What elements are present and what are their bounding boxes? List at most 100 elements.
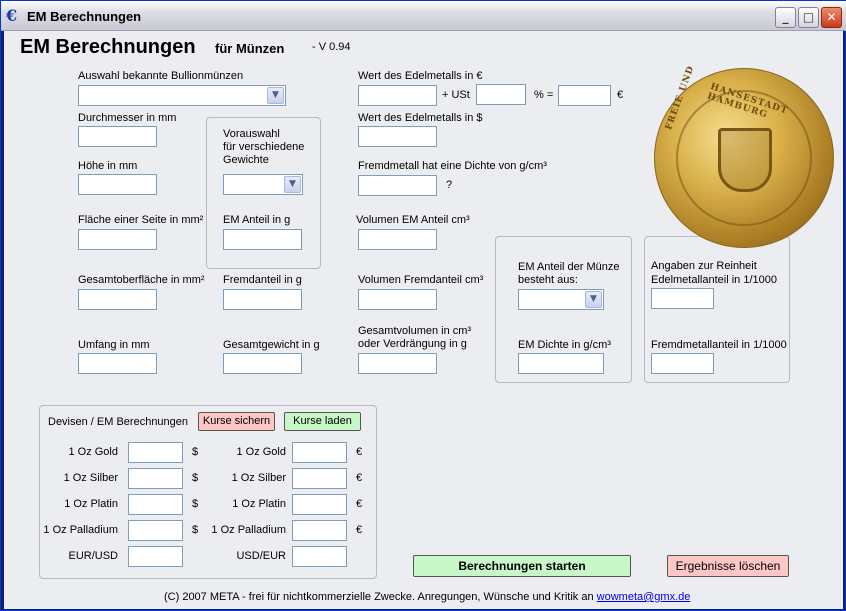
platin-usd-input[interactable] bbox=[128, 494, 183, 515]
em-dichte-input[interactable] bbox=[518, 353, 604, 374]
durchmesser-label: Durchmesser in mm bbox=[78, 112, 177, 124]
wert-inkl-ust-input[interactable] bbox=[558, 85, 611, 106]
currency-label: $ bbox=[192, 446, 199, 458]
currency-label: € bbox=[356, 446, 363, 458]
gesamtvolumen-input[interactable] bbox=[358, 353, 437, 374]
window-title: EM Berechnungen bbox=[27, 9, 142, 24]
currency-label: $ bbox=[192, 498, 199, 510]
silber-eur-input[interactable] bbox=[292, 468, 347, 489]
gesamtvolumen-label: Gesamtvolumen in cm³ bbox=[358, 325, 472, 337]
devisen-row-label-right: 1 Oz Silber bbox=[231, 472, 286, 484]
chevron-down-icon[interactable]: ▼ bbox=[267, 87, 284, 104]
kurse-laden-button[interactable]: Kurse laden bbox=[284, 412, 361, 431]
kurse-sichern-button[interactable]: Kurse sichern bbox=[198, 412, 275, 431]
fremdmetall-dichte-label: Fremdmetall hat eine Dichte von g/cm³ bbox=[358, 160, 547, 172]
gold-usd-input[interactable] bbox=[128, 442, 183, 463]
question-label: ? bbox=[446, 179, 453, 191]
edelmetallanteil-input[interactable] bbox=[651, 288, 714, 309]
devisen-row-label-left: 1 Oz Silber bbox=[63, 472, 118, 484]
coin-image: FREIE UND HANSESTADT HAMBURG bbox=[654, 64, 834, 248]
ust-input[interactable] bbox=[476, 84, 526, 105]
currency-label: € bbox=[356, 524, 363, 536]
em-anteil-g-label: EM Anteil in g bbox=[223, 214, 291, 226]
coin-emblem bbox=[718, 128, 772, 192]
fremdmetall-dichte-input[interactable] bbox=[358, 175, 437, 196]
palladium-usd-input[interactable] bbox=[128, 520, 183, 541]
silber-usd-input[interactable] bbox=[128, 468, 183, 489]
currency-label: $ bbox=[192, 524, 199, 536]
vorauswahl-label-2: für verschiedene bbox=[223, 141, 305, 153]
gesamtvolumen-label-2: oder Verdrängung in g bbox=[358, 338, 467, 350]
wert-eur-label: Wert des Edelmetalls in € bbox=[358, 70, 483, 82]
flaeche-label: Fläche einer Seite in mm² bbox=[78, 214, 204, 226]
minimize-icon: _ bbox=[782, 10, 789, 24]
devisen-row-label-right: USD/EUR bbox=[236, 550, 286, 562]
fremdmetallanteil-input[interactable] bbox=[651, 353, 714, 374]
chevron-down-icon[interactable]: ▼ bbox=[585, 291, 602, 308]
wert-usd-label: Wert des Edelmetalls in $ bbox=[358, 112, 483, 124]
page-title: EM Berechnungen bbox=[20, 36, 196, 58]
platin-eur-input[interactable] bbox=[292, 494, 347, 515]
vorauswahl-label: Vorauswahl bbox=[223, 128, 280, 140]
fremdanteil-g-input[interactable] bbox=[223, 289, 302, 310]
devisen-row-label-right: 1 Oz Gold bbox=[236, 446, 286, 458]
devisen-row-label-right: 1 Oz Palladium bbox=[211, 524, 286, 536]
gesamtoberflaeche-input[interactable] bbox=[78, 289, 157, 310]
email-link[interactable]: wowmeta@gmx.de bbox=[597, 591, 691, 603]
maximize-button[interactable]: □ bbox=[798, 7, 819, 28]
em-metall-select[interactable]: ▼ bbox=[518, 289, 604, 310]
em-dichte-label: EM Dichte in g/cm³ bbox=[518, 339, 611, 351]
euro-icon: € bbox=[6, 6, 18, 25]
close-button[interactable]: ✕ bbox=[821, 7, 842, 28]
fremdmetallanteil-label: Fremdmetallanteil in 1/1000 bbox=[651, 339, 787, 351]
edelmetallanteil-label: Edelmetallanteil in 1/1000 bbox=[651, 274, 777, 286]
close-icon: ✕ bbox=[826, 10, 837, 24]
vol-em-input[interactable] bbox=[358, 229, 437, 250]
gesamtoberflaeche-label: Gesamtoberfläche in mm² bbox=[78, 274, 205, 286]
reinheit-label: Angaben zur Reinheit bbox=[651, 260, 757, 272]
palladium-eur-input[interactable] bbox=[292, 520, 347, 541]
vorauswahl-select[interactable]: ▼ bbox=[223, 174, 303, 195]
page-subtitle: für Münzen bbox=[215, 41, 285, 56]
em-anteil-muenze-label-2: besteht aus: bbox=[518, 274, 578, 286]
eur-usd-input[interactable] bbox=[128, 546, 183, 567]
hoehe-input[interactable] bbox=[78, 174, 157, 195]
devisen-row-label-right: 1 Oz Platin bbox=[232, 498, 286, 510]
devisen-row-label-left: 1 Oz Palladium bbox=[43, 524, 118, 536]
euro-label: € bbox=[617, 89, 624, 101]
gesamtgewicht-input[interactable] bbox=[223, 353, 302, 374]
footer: (C) 2007 META - frei für nichtkommerziel… bbox=[164, 591, 690, 603]
vol-fremd-input[interactable] bbox=[358, 289, 437, 310]
gesamtgewicht-label: Gesamtgewicht in g bbox=[223, 339, 320, 351]
umfang-input[interactable] bbox=[78, 353, 157, 374]
devisen-row-label-left: EUR/USD bbox=[68, 550, 118, 562]
app-window: € EM Berechnungen _ □ ✕ EM Berechnungen … bbox=[0, 0, 846, 611]
maximize-icon: □ bbox=[802, 10, 815, 24]
hoehe-label: Höhe in mm bbox=[78, 160, 138, 172]
bullion-label: Auswahl bekannte Bullionmünzen bbox=[78, 70, 244, 82]
wert-usd-input[interactable] bbox=[358, 126, 437, 147]
currency-label: $ bbox=[192, 472, 199, 484]
minimize-button[interactable]: _ bbox=[775, 7, 796, 28]
em-anteil-g-input[interactable] bbox=[223, 229, 302, 250]
chevron-down-icon[interactable]: ▼ bbox=[284, 176, 301, 193]
flaeche-input[interactable] bbox=[78, 229, 157, 250]
footer-text: (C) 2007 META - frei für nichtkommerziel… bbox=[164, 591, 594, 603]
vol-fremd-label: Volumen Fremdanteil cm³ bbox=[358, 274, 484, 286]
percent-equals-label: % = bbox=[534, 89, 554, 101]
bullion-select[interactable]: ▼ bbox=[78, 85, 286, 106]
version-label: - V 0.94 bbox=[312, 41, 351, 53]
title-bar[interactable]: € EM Berechnungen _ □ ✕ bbox=[1, 1, 846, 31]
durchmesser-input[interactable] bbox=[78, 126, 157, 147]
wert-eur-input[interactable] bbox=[358, 85, 437, 106]
gold-eur-input[interactable] bbox=[292, 442, 347, 463]
devisen-title: Devisen / EM Berechnungen bbox=[48, 416, 189, 428]
devisen-row-label-left: 1 Oz Gold bbox=[68, 446, 118, 458]
currency-label: € bbox=[356, 472, 363, 484]
usd-eur-input[interactable] bbox=[292, 546, 347, 567]
currency-label: € bbox=[356, 498, 363, 510]
berechnungen-starten-button[interactable]: Berechnungen starten bbox=[413, 555, 631, 577]
main-panel: EM Berechnungen für Münzen - V 0.94 Ausw… bbox=[4, 31, 843, 609]
ergebnisse-loeschen-button[interactable]: Ergebnisse löschen bbox=[667, 555, 789, 577]
vol-em-label: Volumen EM Anteil cm³ bbox=[356, 214, 470, 226]
